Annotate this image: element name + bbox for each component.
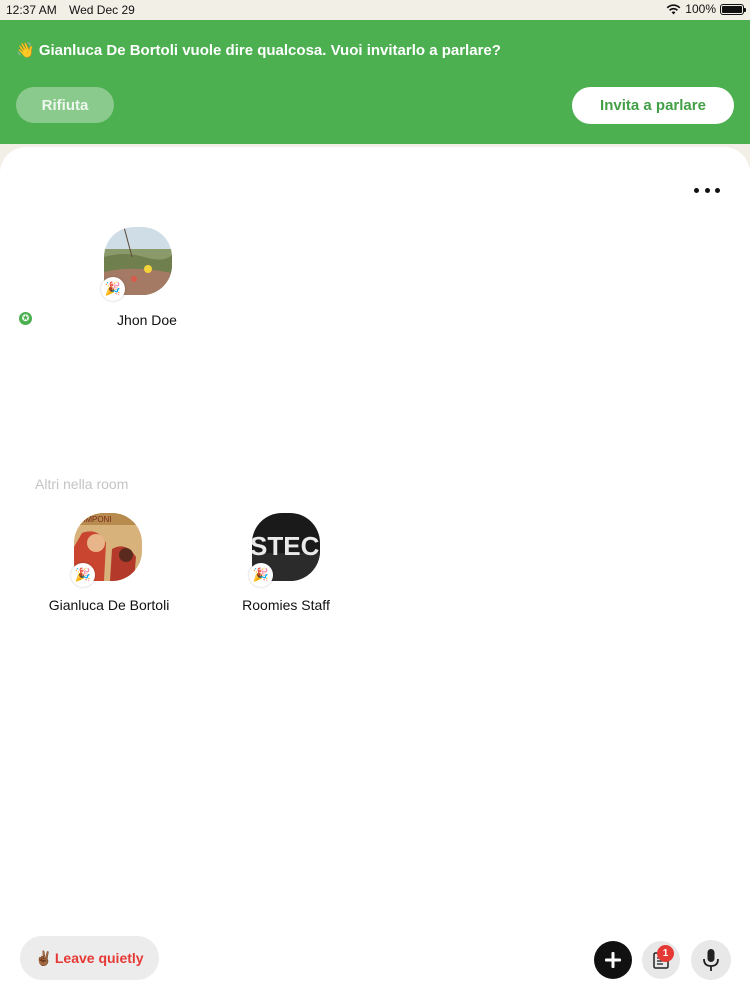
microphone-icon — [703, 949, 719, 971]
party-badge-icon: 🎉 — [101, 277, 125, 301]
more-options-icon[interactable] — [694, 183, 720, 197]
peace-hand-icon: ✌🏾 — [35, 949, 53, 966]
svg-text:STEC: STEC — [252, 531, 320, 561]
audience-member-name: Roomies Staff — [242, 597, 330, 613]
battery-icon — [720, 3, 746, 15]
leave-quietly-label: Leave quietly — [54, 950, 144, 966]
leave-quietly-button[interactable]: ✌🏾 Leave quietly — [20, 936, 159, 980]
notification-count-badge: 1 — [657, 945, 674, 962]
add-button[interactable] — [594, 941, 632, 979]
invite-to-speak-button[interactable]: Invita a parlare — [572, 87, 734, 124]
reject-button[interactable]: Rifiuta — [16, 87, 114, 123]
party-badge-icon: 🎉 — [249, 563, 273, 587]
status-bar: 12:37 AM Wed Dec 29 100% — [0, 0, 750, 20]
audience-section-label: Altri nella room — [35, 476, 129, 492]
battery-percent: 100% — [685, 2, 716, 16]
raise-hand-banner: 👋 Gianluca De Bortoli vuole dire qualcos… — [0, 20, 750, 144]
status-time: 12:37 AM — [6, 3, 57, 17]
status-right: 100% — [666, 2, 746, 16]
party-badge-icon: 🎉 — [71, 563, 95, 587]
plus-icon — [605, 952, 621, 968]
microphone-button[interactable] — [691, 940, 731, 980]
moderator-star-icon: ✪ — [19, 312, 32, 325]
wifi-icon — [666, 3, 681, 14]
audience-member-name: Gianluca De Bortoli — [48, 597, 170, 613]
status-date: Wed Dec 29 — [69, 3, 135, 17]
banner-message: 👋 Gianluca De Bortoli vuole dire qualcos… — [16, 42, 501, 59]
speaker-name: Jhon Doe — [117, 312, 177, 328]
